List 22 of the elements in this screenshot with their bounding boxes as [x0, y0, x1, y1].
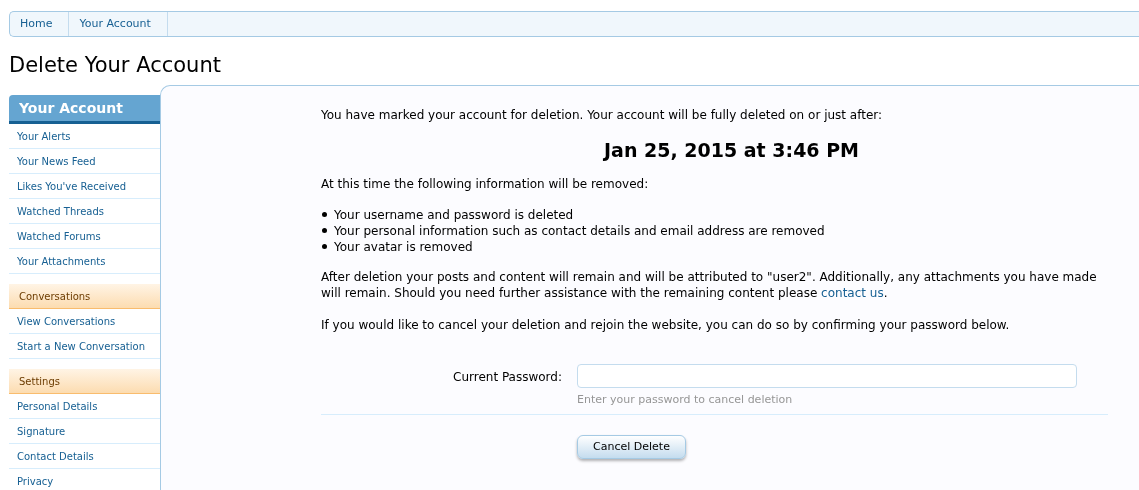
breadcrumb-link[interactable]: Home — [10, 12, 70, 36]
bullet-icon — [322, 228, 327, 233]
breadcrumb-link[interactable]: Your Account — [69, 12, 168, 36]
retention-notice: After deletion your posts and content will remain and will be attributed to "user2". Additionally, any attachments you have made will remain. Should you need further assistance with the remaining content please contact us. — [321, 268, 1098, 301]
sidebar-heading: Conversations — [9, 284, 160, 309]
deletion-notice: You have marked your account for deletion. Your account will be fully deleted on or just after: — [321, 107, 884, 124]
cancel-delete-button[interactable]: Cancel Delete — [577, 435, 686, 459]
removal-heading: At this time the following information will be removed: — [321, 175, 650, 193]
password-field[interactable] — [577, 363, 1077, 388]
sidebar-heading: Settings — [9, 369, 160, 394]
field-label: Current Password: — [452, 368, 563, 386]
contact-link[interactable]: contact us — [821, 285, 884, 300]
removed-item: Your avatar is removed — [334, 238, 473, 255]
cancel-notice: If you would like to cancel your deletion and rejoin the website, you can do so by confirming your password below. — [321, 316, 1011, 334]
removed-item: Your username and password is deleted — [334, 206, 574, 223]
bullet-icon — [322, 212, 327, 217]
removed-item: Your personal information such as contact details and email address are removed — [334, 222, 825, 239]
deletion-date: Jan 25, 2015 at 3:46 PM — [604, 138, 861, 163]
field-hint: Enter your password to cancel deletion — [577, 391, 794, 408]
bullet-icon — [322, 244, 327, 249]
page-title: Delete Your Account — [8, 52, 222, 79]
sidebar-heading: Your Account — [9, 95, 160, 124]
